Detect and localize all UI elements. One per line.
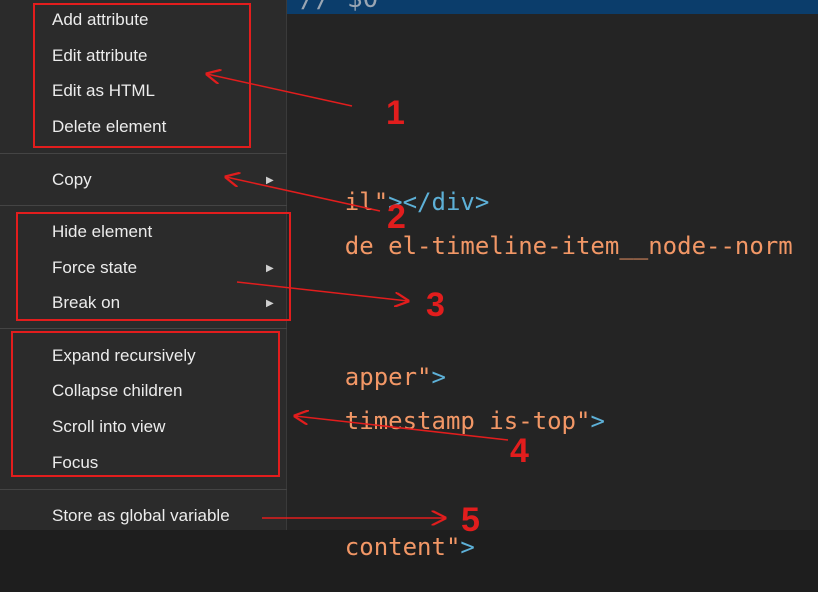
annotation-label-1: 1 [386, 94, 405, 132]
annotation-arrow-2 [226, 177, 381, 212]
annotation-label-4: 4 [510, 432, 529, 470]
code-token: content" [344, 533, 461, 561]
annotation-label-2: 2 [387, 198, 406, 236]
annotation-arrow-4 [295, 416, 509, 441]
annotation-label-5: 5 [461, 501, 480, 539]
annotation-label-3: 3 [426, 286, 445, 324]
annotation-arrows [0, 0, 509, 530]
annotation-arrow-1 [207, 74, 353, 107]
annotation-arrow-3 [236, 281, 408, 301]
